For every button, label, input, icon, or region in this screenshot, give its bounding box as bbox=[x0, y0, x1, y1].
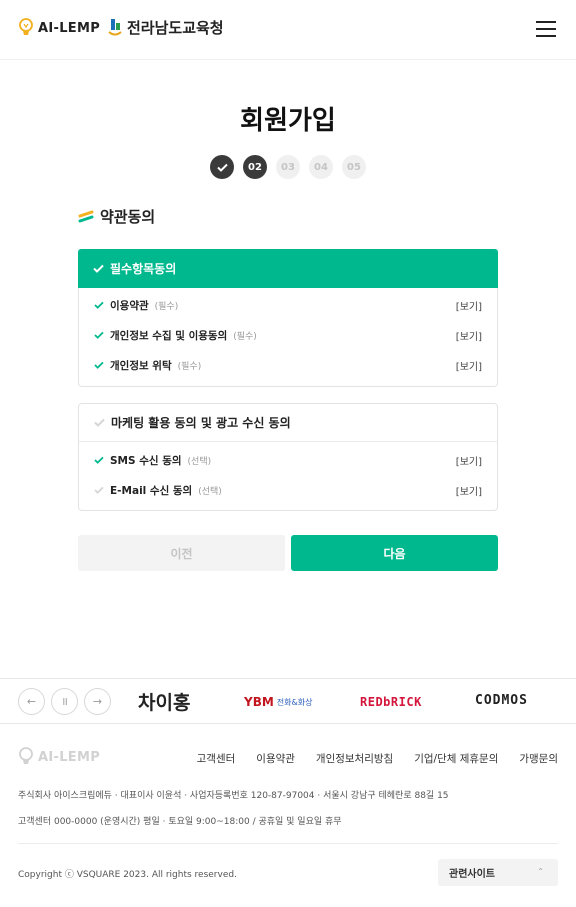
ai-lemp-logo-text: AI-LEMP bbox=[38, 20, 101, 36]
step-1-done bbox=[210, 155, 234, 179]
step-4: 04 bbox=[309, 155, 333, 179]
lightbulb-icon bbox=[19, 18, 33, 35]
ai-lemp-logo[interactable]: AI-LEMP bbox=[18, 18, 100, 38]
partner-logo-codmos[interactable]: CODMOS bbox=[475, 693, 528, 708]
jeonnam-education-logo-text: 전라남도교육청 bbox=[127, 19, 224, 37]
agree-consignment-label: 개인정보 위탁 bbox=[110, 359, 172, 372]
ybm-sub: 전화&화상 bbox=[276, 697, 313, 707]
next-button[interactable]: 다음 bbox=[291, 535, 498, 571]
footer-link-terms[interactable]: 이용약관 bbox=[256, 751, 295, 766]
agree-privacy-label: 개인정보 수집 및 이용동의 bbox=[110, 329, 228, 342]
partner-logo-chaihong[interactable]: 차이홍 bbox=[138, 688, 190, 715]
agree-privacy-row[interactable]: 개인정보 수집 및 이용동의 (필수) [보기] bbox=[79, 320, 497, 350]
lightbulb-icon bbox=[19, 747, 33, 764]
check-icon bbox=[216, 163, 228, 172]
footer-link-franchise[interactable]: 가맹문의 bbox=[519, 751, 558, 766]
agree-email-row[interactable]: E-Mail 수신 동의 (선택) [보기] bbox=[79, 475, 497, 505]
header: AI-LEMP 전라남도교육청 bbox=[0, 0, 576, 60]
arrow-left-icon[interactable]: ← bbox=[18, 688, 45, 715]
agree-all-marketing-label: 마케팅 활용 동의 및 광고 수신 동의 bbox=[111, 416, 291, 430]
check-icon bbox=[94, 418, 105, 427]
view-consignment-link[interactable]: [보기] bbox=[456, 358, 482, 373]
company-info: 주식회사 아이스크림에듀 · 대표이사 이윤석 · 사업자등록번호 120-87… bbox=[18, 791, 449, 801]
footer-divider bbox=[18, 843, 558, 844]
view-privacy-link[interactable]: [보기] bbox=[456, 328, 482, 343]
double-stroke-icon bbox=[78, 210, 94, 222]
agree-all-required[interactable]: 필수항목동의 bbox=[78, 249, 498, 288]
step-2: 02 bbox=[243, 155, 267, 179]
pause-icon[interactable]: ॥ bbox=[51, 688, 78, 715]
optional-tag: (선택) bbox=[187, 456, 212, 467]
footer-link-privacy[interactable]: 개인정보처리방침 bbox=[316, 751, 393, 766]
related-sites-select[interactable]: 관련사이트 ⌃ bbox=[438, 859, 558, 886]
agree-sms-row[interactable]: SMS 수신 동의 (선택) [보기] bbox=[79, 445, 497, 475]
agree-terms-label: 이용약관 bbox=[110, 299, 149, 312]
footer-link-customer-center[interactable]: 고객센터 bbox=[197, 751, 236, 766]
agree-consignment-row[interactable]: 개인정보 위탁 (필수) [보기] bbox=[79, 350, 497, 380]
check-icon bbox=[94, 486, 104, 494]
copyright: Copyright ⓒ VSQUARE 2023. All rights res… bbox=[18, 870, 237, 880]
prev-button[interactable]: 이전 bbox=[78, 535, 285, 571]
partner-carousel: ← ॥ → 차이홍 YBM 전화&화상 REDbRICK CODMOS bbox=[0, 678, 576, 724]
section-title: 약관동의 bbox=[78, 206, 155, 227]
check-icon bbox=[93, 264, 104, 273]
view-email-link[interactable]: [보기] bbox=[456, 483, 482, 498]
check-icon bbox=[94, 361, 104, 369]
footer-logo-text: AI-LEMP bbox=[38, 749, 101, 765]
check-icon bbox=[94, 331, 104, 339]
check-icon bbox=[94, 301, 104, 309]
step-5: 05 bbox=[342, 155, 366, 179]
footer-link-partnership[interactable]: 기업/단체 제휴문의 bbox=[414, 751, 498, 766]
page-title: 회원가입 bbox=[240, 106, 336, 136]
related-sites-label: 관련사이트 bbox=[449, 869, 495, 880]
hamburger-icon[interactable] bbox=[536, 21, 556, 39]
agree-terms-row[interactable]: 이용약관 (필수) [보기] bbox=[79, 290, 497, 320]
section-title-text: 약관동의 bbox=[100, 208, 156, 226]
required-tag: (필수) bbox=[154, 301, 179, 312]
ybm-mark: YBM bbox=[244, 695, 274, 709]
optional-agreement-box: 마케팅 활용 동의 및 광고 수신 동의 SMS 수신 동의 (선택) [보기]… bbox=[78, 403, 498, 511]
jeonnam-education-logo[interactable]: 전라남도교육청 bbox=[107, 17, 224, 38]
required-tag: (필수) bbox=[177, 361, 202, 372]
agree-sms-label: SMS 수신 동의 bbox=[110, 454, 182, 467]
agree-all-required-label: 필수항목동의 bbox=[110, 262, 177, 276]
chevron-up-icon: ⌃ bbox=[537, 867, 544, 876]
partner-logo-ybm[interactable]: YBM 전화&화상 bbox=[244, 695, 312, 709]
jeonnam-emblem-icon bbox=[108, 18, 122, 35]
step-3: 03 bbox=[276, 155, 300, 179]
check-icon bbox=[94, 456, 104, 464]
footer-logo[interactable]: AI-LEMP bbox=[18, 747, 100, 767]
required-agreement-box: 필수항목동의 이용약관 (필수) [보기] 개인정보 수집 및 이용동의 (필수… bbox=[78, 249, 498, 387]
arrow-right-icon[interactable]: → bbox=[84, 688, 111, 715]
view-sms-link[interactable]: [보기] bbox=[456, 453, 482, 468]
partner-logo-redbrick[interactable]: REDbRICK bbox=[360, 695, 422, 709]
optional-tag: (선택) bbox=[198, 486, 222, 497]
footer-links: 고객센터 이용약관 개인정보처리방침 기업/단체 제휴문의 가맹문의 bbox=[197, 751, 558, 766]
agree-email-label: E-Mail 수신 동의 bbox=[110, 484, 193, 497]
required-tag: (필수) bbox=[233, 331, 257, 342]
step-indicator: 02 03 04 05 bbox=[210, 155, 366, 179]
agree-all-marketing[interactable]: 마케팅 활용 동의 및 광고 수신 동의 bbox=[79, 404, 497, 442]
support-hours: 고객센터 000-0000 (운영시간) 평일 · 토요일 9:00~18:00… bbox=[18, 817, 342, 827]
view-terms-link[interactable]: [보기] bbox=[456, 298, 482, 313]
